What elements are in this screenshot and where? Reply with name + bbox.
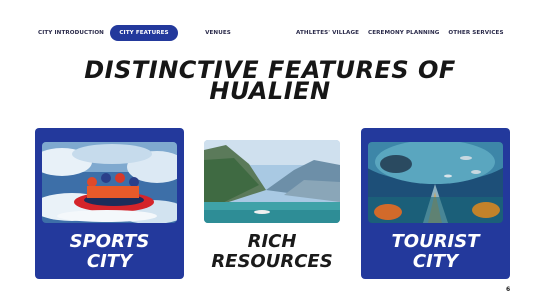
card-title-line-1: TOURIST <box>391 231 480 252</box>
feature-card-tourist-city[interactable]: TOURIST CITY <box>361 128 510 279</box>
gorge-river-photo <box>204 140 340 223</box>
card-title-line-2: RESOURCES <box>211 251 333 272</box>
card-title-line-2: CITY <box>412 251 459 272</box>
feature-card-sports-city[interactable]: SPORTS CITY <box>35 128 184 279</box>
aquarium-tunnel-photo <box>368 142 503 223</box>
card-title-line-2: CITY <box>86 251 133 272</box>
card-title-sports-city: SPORTS CITY <box>35 232 184 272</box>
nav-tab-athletes-village[interactable]: ATHLETES' VILLAGE <box>296 25 359 41</box>
page-title-line-2: HUALIEN <box>209 77 331 105</box>
card-title-tourist-city: TOURIST CITY <box>361 232 510 272</box>
white-water-rafting-photo <box>42 142 177 223</box>
page-title: DISTINCTIVE FEATURES OF HUALIEN <box>0 58 540 105</box>
page-number: 6 <box>506 286 511 293</box>
card-title-line-1: RICH <box>247 231 297 252</box>
nav-tab-city-features[interactable]: CITY FEATURES <box>110 25 178 41</box>
nav-tab-other-services[interactable]: OTHER SERVICES <box>448 25 504 41</box>
nav-tab-city-introduction[interactable]: CITY INTRODUCTION <box>38 25 104 41</box>
card-title-line-1: SPORTS <box>69 231 150 252</box>
top-nav: CITY INTRODUCTION CITY FEATURES VENUES A… <box>0 25 540 41</box>
nav-tab-venues[interactable]: VENUES <box>200 25 236 41</box>
card-title-rich-resources: RICH RESOURCES <box>197 232 347 272</box>
nav-tab-ceremony-planning[interactable]: CEREMONY PLANNING <box>368 25 439 41</box>
